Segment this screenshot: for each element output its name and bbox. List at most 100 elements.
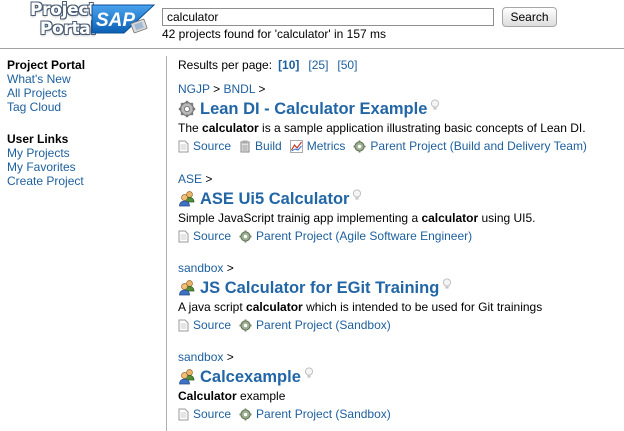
sidebar-item-tag-cloud[interactable]: Tag Cloud bbox=[7, 100, 157, 114]
chart-icon bbox=[289, 139, 303, 153]
sidebar: Project Portal What's New All Projects T… bbox=[7, 58, 157, 188]
result-item: ASE > ASE Ui5 Calculator Simple JavaScri… bbox=[178, 172, 618, 244]
breadcrumb: sandbox > bbox=[178, 350, 234, 364]
results-per-page: Results per page: [10] [25] [50] bbox=[178, 58, 618, 72]
result-item: sandbox > JS Calculator for EGit Trainin… bbox=[178, 261, 618, 333]
document-icon bbox=[178, 140, 189, 152]
sap-badge-text: SAP bbox=[96, 10, 135, 31]
logo-line-1: Project bbox=[30, 0, 96, 20]
project-title-link[interactable]: ASE Ui5 Calculator bbox=[200, 189, 349, 209]
sidebar-item-my-favorites[interactable]: My Favorites bbox=[7, 160, 157, 174]
result-item: sandbox > Calcexample Calculator example… bbox=[178, 350, 618, 422]
people-icon bbox=[179, 280, 195, 296]
per-page-25-link[interactable]: [25] bbox=[308, 58, 328, 72]
result-item: NGJP > BNDL > Lean DI - Calculator Examp… bbox=[178, 82, 618, 154]
search-results: Results per page: [10] [25] [50] NGJP > BND… bbox=[178, 58, 618, 421]
header: Project Portal SAP Search 42 projects fo… bbox=[0, 0, 624, 48]
breadcrumb: NGJP > BNDL > bbox=[178, 82, 266, 96]
link-label: Metrics bbox=[306, 139, 346, 153]
link-label: Parent Project (Agile Software Engineer) bbox=[256, 229, 473, 243]
sidebar-item-all-projects[interactable]: All Projects bbox=[7, 86, 157, 100]
breadcrumb: ASE > bbox=[178, 172, 213, 186]
link-label: Source bbox=[193, 318, 232, 332]
description-text: using UI5. bbox=[478, 211, 536, 225]
project-description: A java script calculator which is intend… bbox=[178, 300, 618, 314]
parent-gear-icon bbox=[239, 230, 252, 242]
parent-project-link[interactable]: Parent Project (Sandbox) bbox=[239, 318, 391, 332]
description-text: which is intended to be used for Git tra… bbox=[302, 300, 543, 314]
project-links: Source Parent Project (Agile Software En… bbox=[178, 228, 618, 244]
lightbulb-icon[interactable] bbox=[442, 278, 452, 290]
project-portal-logo[interactable]: Project Portal SAP bbox=[4, 2, 156, 42]
breadcrumb-link[interactable]: NGJP bbox=[178, 82, 210, 96]
lightbulb-icon[interactable] bbox=[304, 367, 314, 379]
parent-gear-icon bbox=[353, 140, 366, 152]
logo-text: Project Portal bbox=[4, 2, 96, 38]
project-links: Source Parent Project (Sandbox) bbox=[178, 317, 618, 333]
link-label: Source bbox=[193, 139, 232, 153]
people-icon bbox=[179, 369, 195, 385]
project-links: Source Parent Project (Sandbox) bbox=[178, 406, 618, 422]
project-title-link[interactable]: JS Calculator for EGit Training bbox=[200, 278, 439, 298]
gear-icon bbox=[178, 100, 196, 118]
search-button[interactable]: Search bbox=[502, 7, 557, 27]
source-link[interactable]: Source bbox=[178, 407, 231, 421]
project-links: Source Build Metrics Parent Project (Bui… bbox=[178, 138, 618, 154]
description-highlight: calculator bbox=[202, 121, 259, 135]
header-divider bbox=[0, 48, 624, 49]
results-per-page-label: Results per page: bbox=[178, 58, 273, 72]
description-highlight: Calculator bbox=[178, 389, 237, 403]
breadcrumb-link[interactable]: sandbox bbox=[178, 261, 223, 275]
breadcrumb-link[interactable]: ASE bbox=[178, 172, 202, 186]
document-icon bbox=[178, 230, 189, 242]
results-count: 42 projects found for 'calculator' in 15… bbox=[162, 27, 387, 41]
sidebar-item-whats-new[interactable]: What's New bbox=[7, 72, 157, 86]
breadcrumb-link[interactable]: sandbox bbox=[178, 350, 223, 364]
sidebar-item-create-project[interactable]: Create Project bbox=[7, 174, 157, 188]
parent-project-link[interactable]: Parent Project (Sandbox) bbox=[239, 407, 391, 421]
breadcrumb: sandbox > bbox=[178, 261, 234, 275]
project-title-link[interactable]: Lean DI - Calculator Example bbox=[200, 99, 427, 119]
description-text: The bbox=[178, 121, 203, 135]
description-text: Simple JavaScript trainig app implementi… bbox=[178, 211, 422, 225]
per-page-50-link[interactable]: [50] bbox=[337, 58, 357, 72]
description-text: A java script bbox=[178, 300, 247, 314]
source-link[interactable]: Source bbox=[178, 318, 231, 332]
metrics-link[interactable]: Metrics bbox=[289, 139, 346, 153]
parent-project-link[interactable]: Parent Project (Build and Delivery Team) bbox=[353, 139, 587, 153]
link-label: Parent Project (Sandbox) bbox=[256, 407, 391, 421]
lightbulb-icon[interactable] bbox=[430, 99, 440, 111]
description-highlight: calculator bbox=[421, 211, 479, 225]
link-label: Build bbox=[255, 139, 282, 153]
build-icon bbox=[240, 140, 250, 152]
description-text: example bbox=[236, 389, 286, 403]
breadcrumb-link[interactable]: BNDL bbox=[223, 82, 255, 96]
link-label: Parent Project (Build and Delivery Team) bbox=[370, 139, 587, 153]
link-label: Parent Project (Sandbox) bbox=[256, 318, 391, 332]
sidebar-heading-user-links: User Links bbox=[7, 132, 69, 146]
source-link[interactable]: Source bbox=[178, 229, 231, 243]
document-icon bbox=[178, 319, 189, 331]
document-icon bbox=[178, 408, 189, 420]
sidebar-heading-project-portal: Project Portal bbox=[7, 58, 86, 72]
project-title-link[interactable]: Calcexample bbox=[200, 367, 301, 387]
logo-line-2: Portal bbox=[39, 19, 96, 39]
search-input[interactable] bbox=[162, 8, 494, 26]
parent-project-link[interactable]: Parent Project (Agile Software Engineer) bbox=[239, 229, 472, 243]
project-description: Calculator example bbox=[178, 389, 618, 403]
link-label: Source bbox=[193, 229, 232, 243]
link-label: Source bbox=[193, 407, 232, 421]
sidebar-divider bbox=[166, 56, 167, 431]
project-description: Simple JavaScript trainig app implementi… bbox=[178, 211, 618, 225]
build-link[interactable]: Build bbox=[239, 139, 282, 153]
sidebar-item-my-projects[interactable]: My Projects bbox=[7, 146, 157, 160]
sap-logo-icon: SAP bbox=[91, 4, 156, 34]
per-page-10-link[interactable]: [10] bbox=[278, 58, 299, 72]
parent-gear-icon bbox=[239, 408, 252, 420]
description-text: is a sample application illustrating bas… bbox=[258, 121, 586, 135]
source-link[interactable]: Source bbox=[178, 139, 231, 153]
parent-gear-icon bbox=[239, 319, 252, 331]
lightbulb-icon[interactable] bbox=[352, 189, 362, 201]
project-description: The calculator is a sample application i… bbox=[178, 121, 618, 135]
description-highlight: calculator bbox=[246, 300, 303, 314]
